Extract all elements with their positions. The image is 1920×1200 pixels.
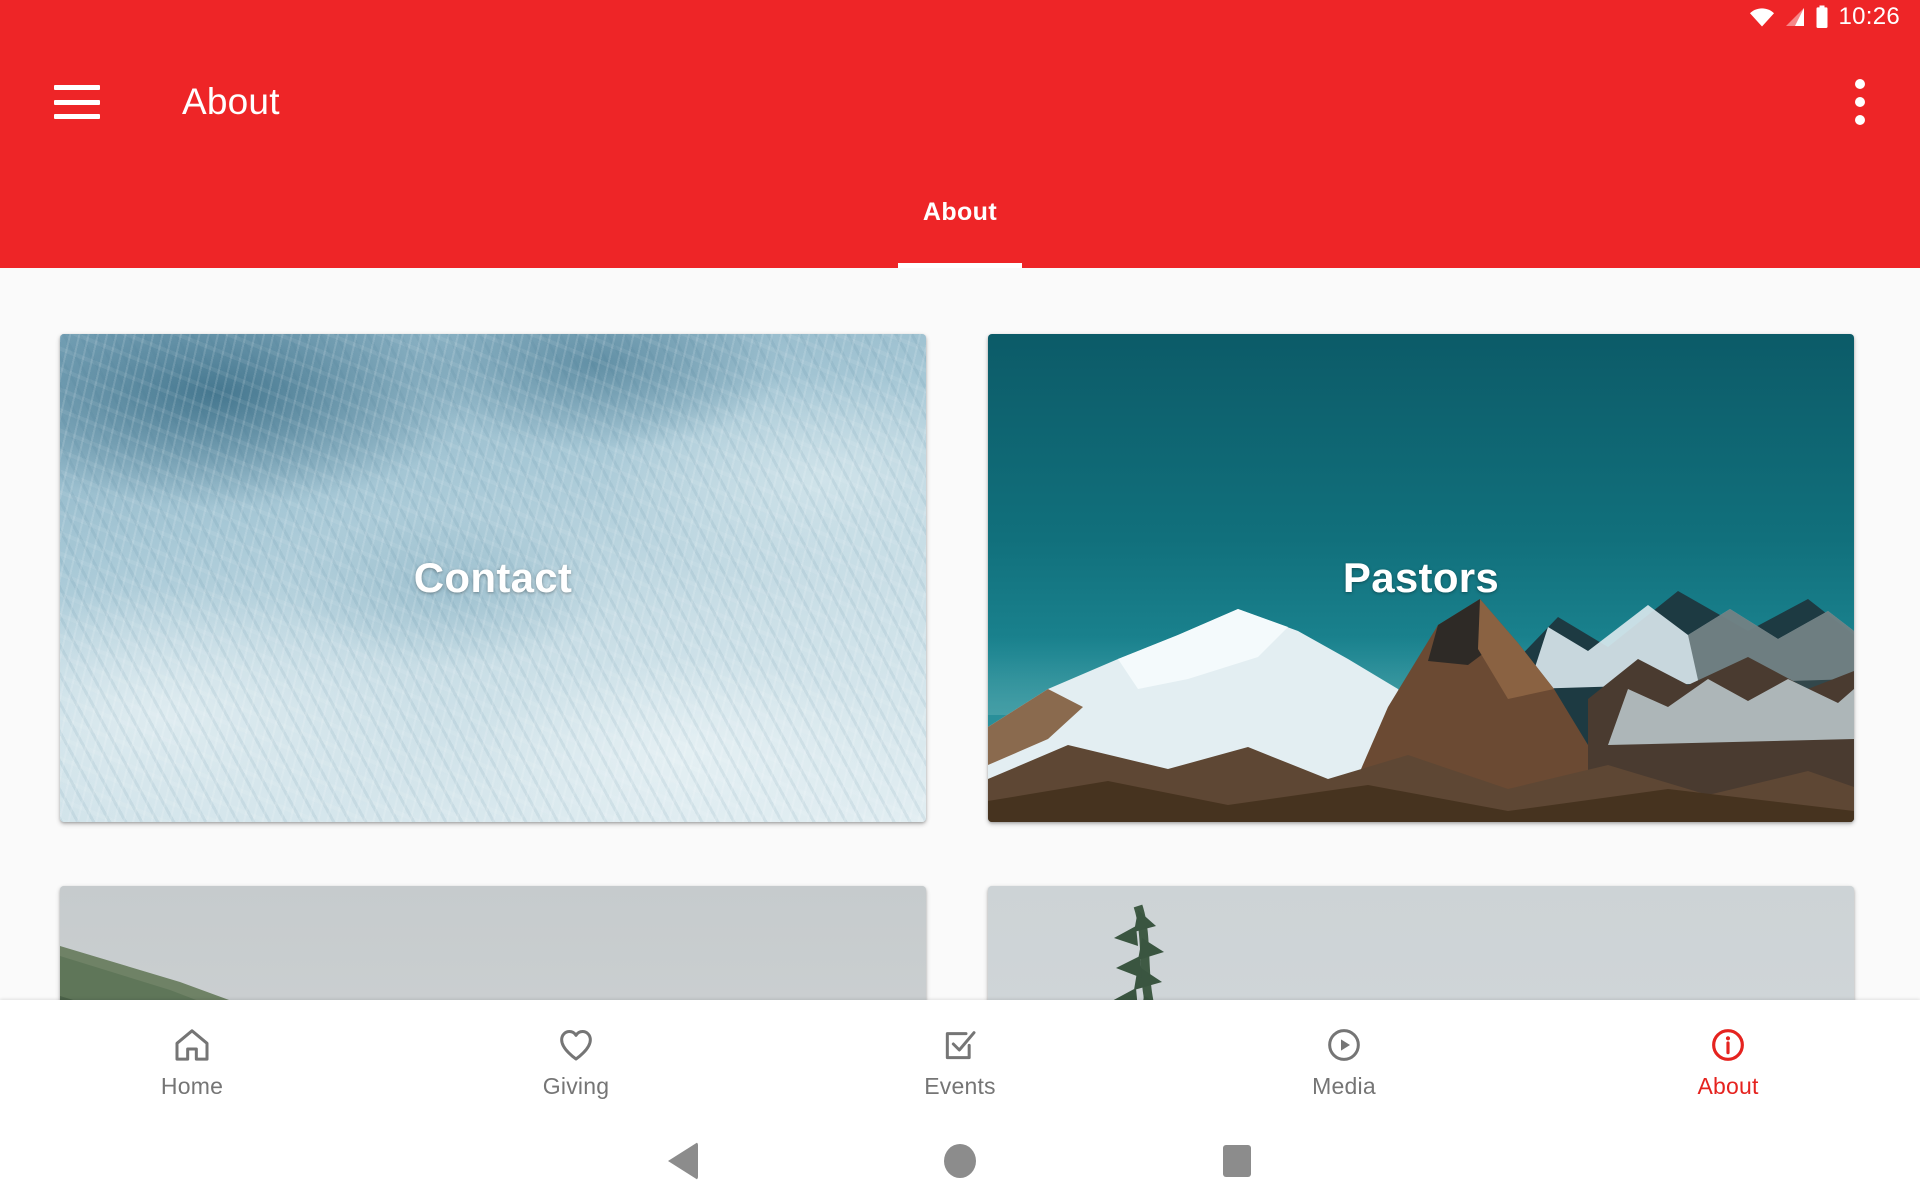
tab-about[interactable]: About xyxy=(898,170,1022,268)
triangle-back-icon xyxy=(668,1142,698,1180)
tab-bar: About xyxy=(0,170,1920,268)
hamburger-menu-icon[interactable] xyxy=(54,85,100,119)
more-vertical-icon[interactable] xyxy=(1842,79,1878,125)
tree-and-sky-photo xyxy=(988,886,1854,1000)
app-screen: 10:26 About About Contact Pastors Home G… xyxy=(0,0,1920,1200)
info-circle-icon xyxy=(1712,1028,1744,1061)
nav-item-about[interactable]: About xyxy=(1536,1000,1920,1122)
nav-item-giving[interactable]: Giving xyxy=(384,1000,768,1122)
nav-item-media[interactable]: Media xyxy=(1152,1000,1536,1122)
home-button[interactable] xyxy=(917,1122,1003,1200)
android-system-nav-bar xyxy=(0,1122,1920,1200)
nav-item-media-label: Media xyxy=(1312,1072,1376,1099)
back-button[interactable] xyxy=(640,1122,726,1200)
card-contact-title: Contact xyxy=(413,554,573,601)
nav-item-about-label: About xyxy=(1697,1072,1759,1099)
nav-item-home-label: Home xyxy=(160,1072,224,1099)
forested-hills-photo xyxy=(60,886,926,1000)
square-recents-icon xyxy=(1223,1145,1251,1177)
nav-item-events[interactable]: Events xyxy=(768,1000,1152,1122)
bottom-navigation-bar: Home Giving Events Media About xyxy=(0,1000,1920,1122)
card-pastors[interactable]: Pastors xyxy=(988,334,1854,822)
status-bar: 10:26 xyxy=(0,0,1920,34)
card-contact[interactable]: Contact xyxy=(60,334,926,822)
battery-icon xyxy=(1816,5,1828,29)
wifi-icon xyxy=(1750,8,1775,27)
home-icon xyxy=(175,1028,209,1061)
status-bar-clock: 10:26 xyxy=(1838,2,1900,30)
app-bar-top-row: About xyxy=(0,34,1920,170)
tab-about-label: About xyxy=(922,197,998,226)
card-pastors-title: Pastors xyxy=(1342,554,1500,601)
heart-icon xyxy=(560,1029,592,1060)
recents-button[interactable] xyxy=(1194,1122,1280,1200)
nav-item-events-label: Events xyxy=(924,1072,996,1099)
nav-item-home[interactable]: Home xyxy=(0,1000,384,1122)
check-box-icon xyxy=(945,1030,976,1059)
cellular-signal-icon xyxy=(1786,8,1805,26)
content-area: Contact Pastors xyxy=(0,268,1920,1000)
nav-item-giving-label: Giving xyxy=(542,1072,610,1099)
circle-home-icon xyxy=(944,1144,976,1178)
about-card-grid: Contact Pastors xyxy=(0,268,1920,1000)
card-third[interactable] xyxy=(60,886,926,1000)
play-circle-icon xyxy=(1328,1028,1360,1061)
card-fourth[interactable] xyxy=(988,886,1854,1000)
app-bar: About About xyxy=(0,34,1920,268)
page-title: About xyxy=(182,81,280,122)
